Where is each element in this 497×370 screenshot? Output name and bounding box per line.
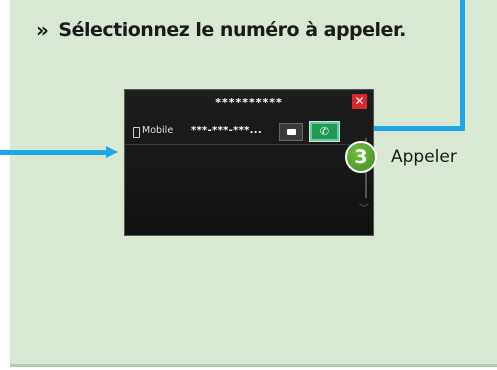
contact-number-row[interactable]: Mobile ***-***-***... ✆ — [125, 120, 355, 145]
step-number-badge: 3 — [345, 141, 377, 173]
callout-line-left — [0, 150, 108, 155]
callout-line-vertical-right — [460, 0, 465, 131]
callout-arrow-head — [106, 146, 118, 158]
message-icon — [287, 129, 296, 135]
chevron-double-right-icon: » — [36, 18, 49, 42]
phone-type-label: Mobile — [142, 125, 174, 136]
instruction-heading: » Sélectionnez le numéro à appeler. — [36, 18, 406, 42]
message-button[interactable] — [279, 123, 303, 141]
close-button[interactable]: ✕ — [352, 94, 367, 109]
device-screen: ********** ✕ Mobile ***-***-***... ✆ ﹀ — [124, 89, 374, 236]
scroll-down-icon[interactable]: ﹀ — [359, 200, 369, 215]
instruction-text: Sélectionnez le numéro à appeler. — [58, 19, 406, 41]
mobile-phone-icon — [133, 127, 140, 138]
step-label: Appeler — [391, 147, 457, 167]
call-button[interactable]: ✆ — [309, 121, 340, 142]
contact-name-title: ********** — [215, 96, 283, 109]
close-icon: ✕ — [354, 94, 365, 108]
phone-number: ***-***-***... — [191, 125, 262, 136]
phone-call-icon: ✆ — [312, 124, 337, 139]
